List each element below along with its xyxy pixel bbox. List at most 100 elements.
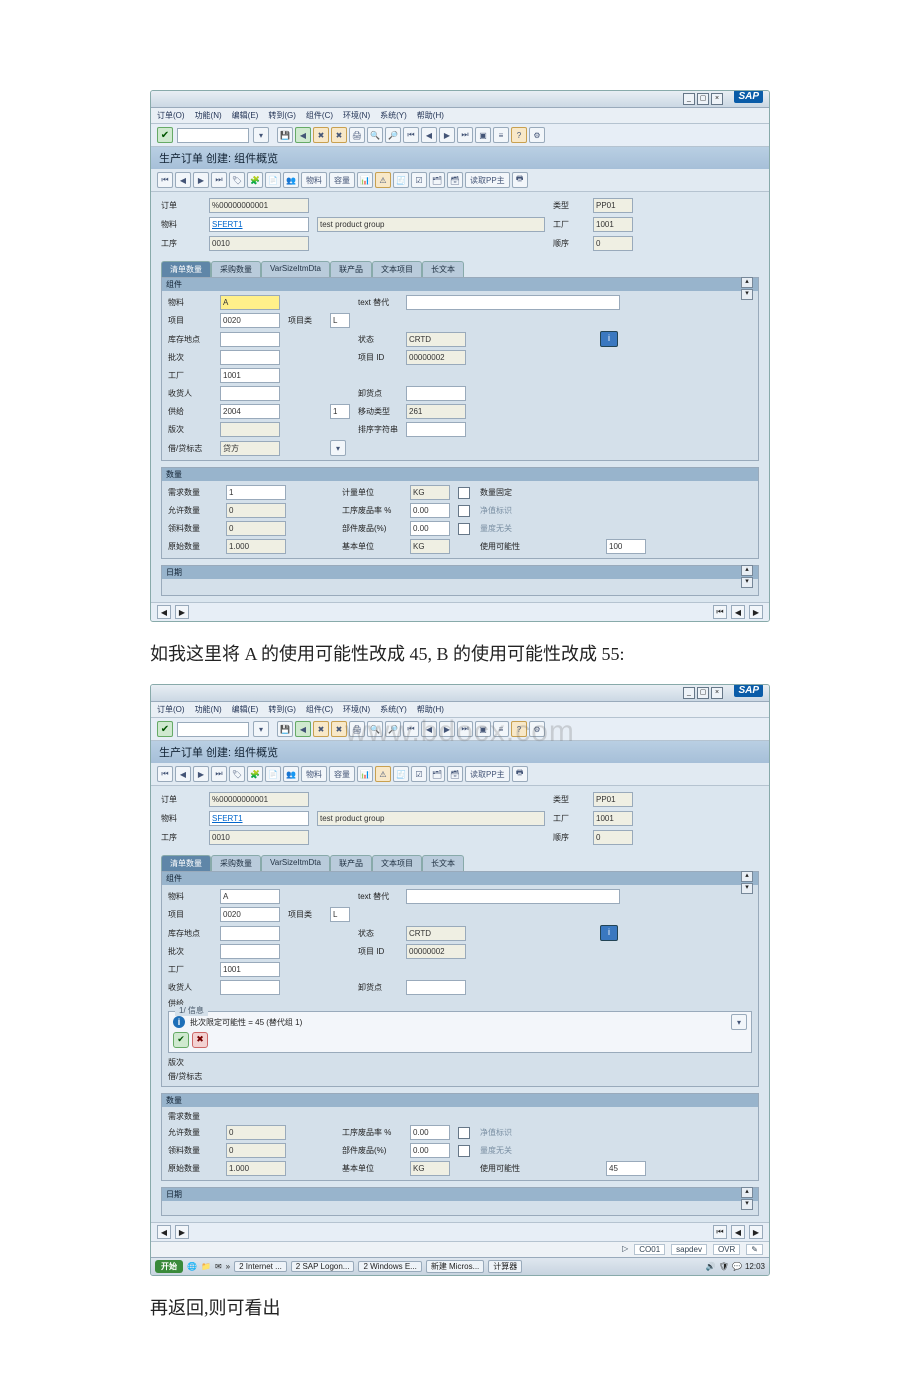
scrap-field-2[interactable]: 0.00 xyxy=(410,1125,450,1140)
app2-btn-6[interactable]: ⚠ xyxy=(375,766,391,782)
dropdown-icon-2[interactable]: ▾ xyxy=(253,721,269,737)
app-btn-4[interactable]: 👥 xyxy=(283,172,299,188)
tab2-3[interactable]: 联产品 xyxy=(330,855,372,871)
cancel-icon[interactable]: ✖ xyxy=(331,127,347,143)
last-page-icon[interactable]: ⏭ xyxy=(457,127,473,143)
spin-up-2-icon[interactable]: ▴ xyxy=(741,565,753,576)
scrap-field[interactable]: 0.00 xyxy=(410,503,450,518)
comp2-recipient-field[interactable] xyxy=(220,980,280,995)
command-field[interactable] xyxy=(177,128,249,143)
netind-checkbox[interactable] xyxy=(458,505,470,517)
findnext-icon-2[interactable]: 🔎 xyxy=(385,721,401,737)
app-btn-readpp[interactable]: 读取PP主 xyxy=(465,172,510,188)
menu-bar-2[interactable]: 订单(O) 功能(N) 编辑(E) 转到(G) 组件(C) 环境(N) 系统(Y… xyxy=(151,702,769,718)
dim-checkbox-2[interactable] xyxy=(458,1145,470,1157)
newwin-icon[interactable]: ▣ xyxy=(475,127,491,143)
app-btn-7[interactable]: 🧾 xyxy=(393,172,409,188)
app-btn-8[interactable]: ☑ xyxy=(411,172,427,188)
msg-close-icon[interactable]: ▾ xyxy=(731,1014,747,1030)
newwin-icon-2[interactable]: ▣ xyxy=(475,721,491,737)
app2-btn-7[interactable]: 🧾 xyxy=(393,766,409,782)
nav-last-icon[interactable]: ⏭ xyxy=(211,172,227,188)
task-item-0[interactable]: 2 Internet ... xyxy=(234,1261,287,1272)
alt-field[interactable] xyxy=(406,295,620,310)
compscrap-field-2[interactable]: 0.00 xyxy=(410,1143,450,1158)
app2-btn-5[interactable]: 📊 xyxy=(357,766,373,782)
app-btn-10[interactable]: 🗃 xyxy=(447,172,463,188)
find-icon-2[interactable]: 🔍 xyxy=(367,721,383,737)
comp2-alt-field[interactable] xyxy=(406,889,620,904)
pager2-prev-icon[interactable]: ◀ xyxy=(157,1225,171,1239)
nextpage-icon-2[interactable]: ▶ xyxy=(439,721,455,737)
quick-launch-icon[interactable]: 🌐 xyxy=(187,1262,197,1271)
layout-icon[interactable]: ≡ xyxy=(493,127,509,143)
app2-btn-10[interactable]: 🗃 xyxy=(447,766,463,782)
app2-capacity-btn[interactable]: 容量 xyxy=(329,766,355,782)
ind-dropdown-icon[interactable]: ▾ xyxy=(330,440,346,456)
app-btn-5[interactable]: 📊 xyxy=(357,172,373,188)
tab2-5[interactable]: 长文本 xyxy=(422,855,464,871)
pager2-prev2-icon[interactable]: ◀ xyxy=(731,1225,745,1239)
tray-icon-2[interactable]: 🛡 xyxy=(719,1262,729,1271)
window-close-icon[interactable]: × xyxy=(711,93,723,105)
app-btn-2[interactable]: 🧩 xyxy=(247,172,263,188)
menu-goto[interactable]: 转到(G) xyxy=(268,110,296,121)
menu2-5[interactable]: 环境(N) xyxy=(343,704,370,715)
comp2-unload-field[interactable] xyxy=(406,980,466,995)
window-min-icon-2[interactable]: _ xyxy=(683,687,695,699)
task-item-2[interactable]: 2 Windows E... xyxy=(358,1261,421,1272)
tab-varsize[interactable]: VarSizeItmDta xyxy=(261,261,330,277)
nav-prev-icon-2[interactable]: ◀ xyxy=(175,766,191,782)
mail-icon[interactable]: ✉ xyxy=(215,1262,222,1271)
menu2-0[interactable]: 订单(O) xyxy=(157,704,185,715)
app-btn-3[interactable]: 📄 xyxy=(265,172,281,188)
tab2-0[interactable]: 清单数量 xyxy=(161,855,211,871)
pager-next-icon[interactable]: ▶ xyxy=(175,605,189,619)
tab2-2[interactable]: VarSizeItmDta xyxy=(261,855,330,871)
tab-longtext[interactable]: 长文本 xyxy=(422,261,464,277)
supply-seq-field[interactable]: 1 xyxy=(330,404,350,419)
usage-field[interactable]: 100 xyxy=(606,539,646,554)
dropdown-icon[interactable]: ▾ xyxy=(253,127,269,143)
app-btn-11[interactable]: 🖶 xyxy=(512,172,528,188)
menu-func[interactable]: 功能(N) xyxy=(195,110,222,121)
find-icon[interactable]: 🔍 xyxy=(367,127,383,143)
prevpage-icon-2[interactable]: ◀ xyxy=(421,721,437,737)
itemcat-field[interactable]: L xyxy=(330,313,350,328)
command-field-2[interactable] xyxy=(177,722,249,737)
app-btn-9[interactable]: 🗂 xyxy=(429,172,445,188)
app-btn-1[interactable]: 🏷 xyxy=(229,172,245,188)
app2-btn-4[interactable]: 👥 xyxy=(283,766,299,782)
pager-prev2-icon[interactable]: ◀ xyxy=(731,605,745,619)
menu-help[interactable]: 帮助(H) xyxy=(417,110,444,121)
app2-btn-11[interactable]: 🖶 xyxy=(512,766,528,782)
status-detail-button[interactable]: i xyxy=(600,331,618,347)
reqqty-field[interactable]: 1 xyxy=(226,485,286,500)
enter-icon[interactable]: ✔ xyxy=(157,127,173,143)
save-icon-2[interactable]: 💾 xyxy=(277,721,293,737)
usage-field-2[interactable]: 45 xyxy=(606,1161,646,1176)
app2-btn-3[interactable]: 📄 xyxy=(265,766,281,782)
print-icon[interactable]: 🖨 xyxy=(349,127,365,143)
menu-system[interactable]: 系统(Y) xyxy=(380,110,407,121)
comp2-plant-field[interactable]: 1001 xyxy=(220,962,280,977)
menu2-3[interactable]: 转到(G) xyxy=(268,704,296,715)
back-icon-2[interactable]: ◀ xyxy=(295,721,311,737)
task-item-3[interactable]: 新建 Micros... xyxy=(426,1260,484,1273)
app-btn-capacity[interactable]: 容量 xyxy=(329,172,355,188)
app2-btn-1[interactable]: 🏷 xyxy=(229,766,245,782)
app-btn-material[interactable]: 物料 xyxy=(301,172,327,188)
first-page-icon[interactable]: ⏮ xyxy=(403,127,419,143)
window-min-icon[interactable]: _ xyxy=(683,93,695,105)
start-button[interactable]: 开始 xyxy=(155,1260,183,1273)
unload-field[interactable] xyxy=(406,386,466,401)
nav-next-icon[interactable]: ▶ xyxy=(193,172,209,188)
help-icon[interactable]: ? xyxy=(511,127,527,143)
sort-field[interactable] xyxy=(406,422,466,437)
msg-cancel-button[interactable]: ✖ xyxy=(192,1032,208,1048)
pager-next2-icon[interactable]: ▶ xyxy=(749,605,763,619)
task-item-1[interactable]: 2 SAP Logon... xyxy=(291,1261,355,1272)
tab-coproduct[interactable]: 联产品 xyxy=(330,261,372,277)
spin-down-icon[interactable]: ▾ xyxy=(741,289,753,300)
exit-icon-2[interactable]: ✖ xyxy=(313,721,329,737)
